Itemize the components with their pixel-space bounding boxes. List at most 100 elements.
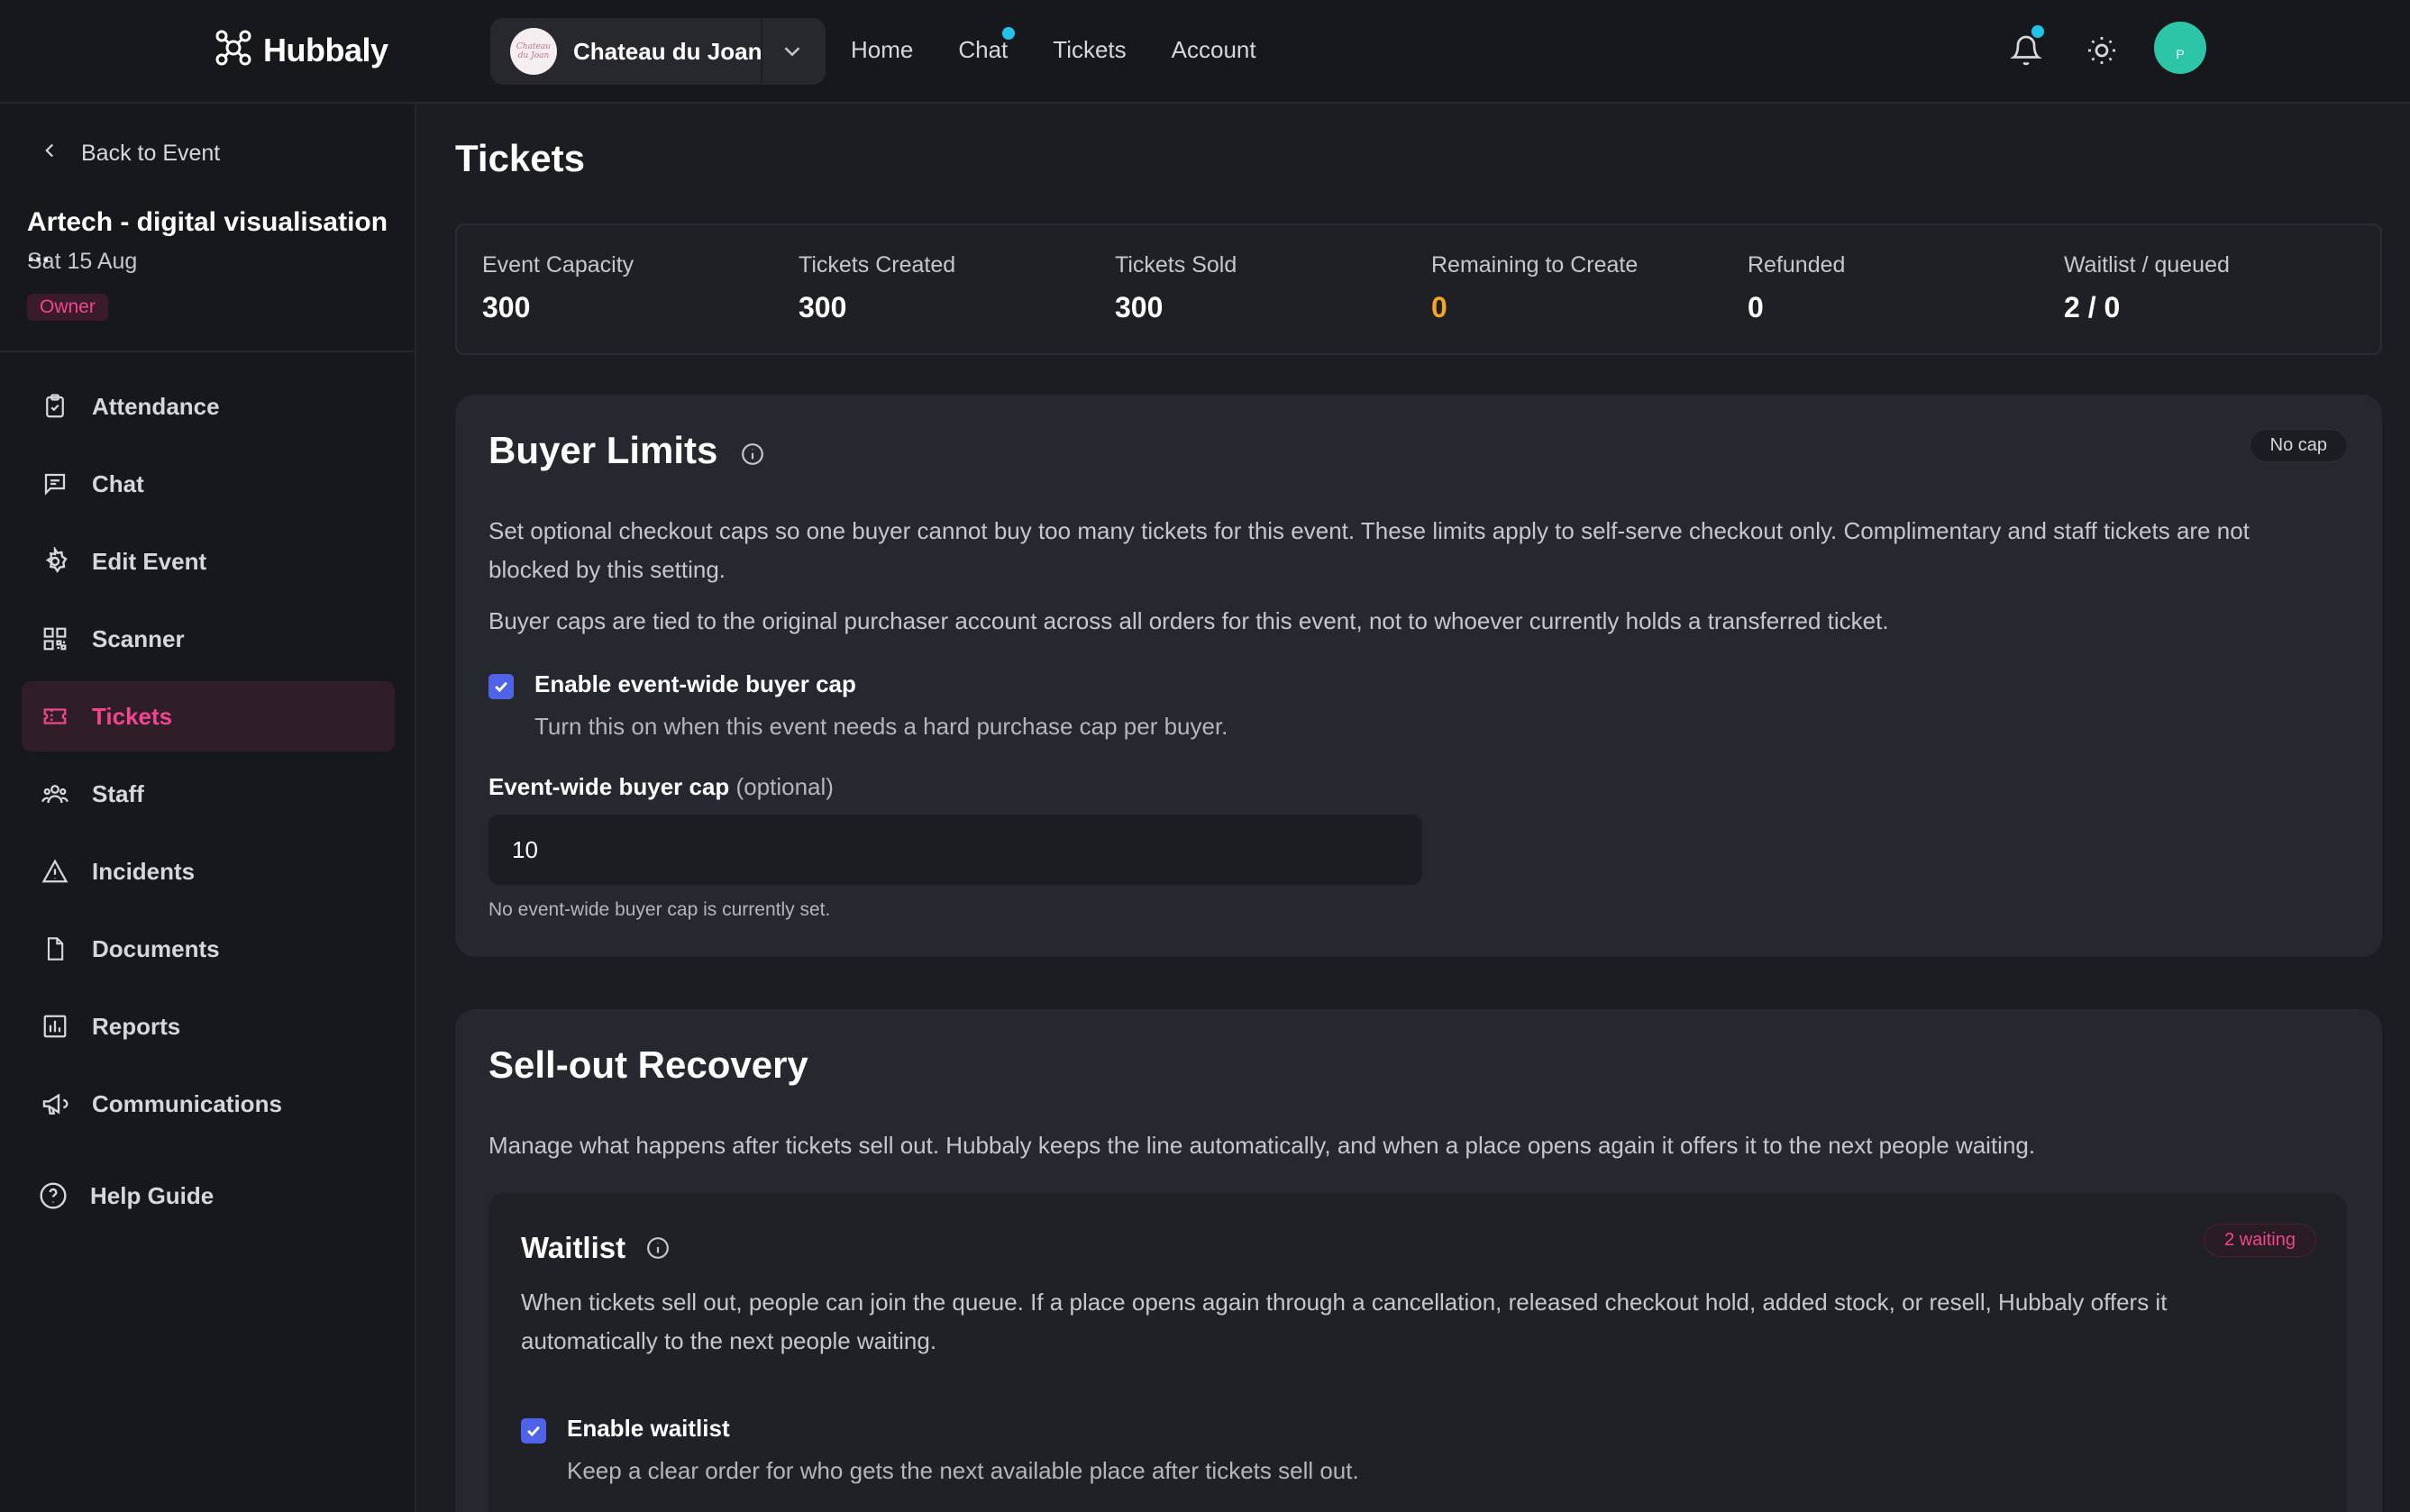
waitlist-title: Waitlist xyxy=(521,1231,670,1267)
sidebar-item-documents[interactable]: Documents xyxy=(22,914,395,984)
stat-waitlist-queued: Waitlist / queued 2 / 0 xyxy=(2064,252,2230,324)
enable-buyer-cap-help: Turn this on when this event needs a har… xyxy=(534,713,1228,740)
sidebar-divider xyxy=(0,351,415,352)
org-switcher[interactable]: Chateau du Joan Chateau du Joan xyxy=(490,18,826,85)
sidebar-item-label: Scanner xyxy=(92,624,185,652)
users-icon xyxy=(40,779,70,809)
sidebar-item-label: Incidents xyxy=(92,857,196,885)
sun-icon[interactable] xyxy=(2086,34,2118,71)
check-icon xyxy=(527,1425,540,1437)
sellout-recovery-title: Sell-out Recovery xyxy=(488,1043,808,1086)
sidebar-item-reports[interactable]: Reports xyxy=(22,991,395,1061)
user-avatar[interactable]: P xyxy=(2154,22,2206,74)
app-name: Hubbaly xyxy=(263,31,388,68)
sidebar-item-label: Edit Event xyxy=(92,547,207,575)
sidebar-item-label: Documents xyxy=(92,934,220,962)
sidebar-item-chat[interactable]: Chat xyxy=(22,449,395,519)
waitlist-description: When tickets sell out, people can join t… xyxy=(521,1289,2168,1354)
sellout-recovery-description: Manage what happens after tickets sell o… xyxy=(488,1132,2036,1159)
sidebar-item-incidents[interactable]: Incidents xyxy=(22,836,395,906)
stat-value: 2 / 0 xyxy=(2064,291,2121,323)
stat-label: Waitlist / queued xyxy=(2064,252,2230,278)
sidebar-item-label: Help Guide xyxy=(90,1181,215,1209)
chevron-left-icon xyxy=(38,137,61,170)
enable-waitlist-label[interactable]: Enable waitlist xyxy=(567,1415,730,1443)
top-bar: Hubbaly Chateau du Joan Chateau du Joan … xyxy=(0,0,2410,104)
chat-unread-dot xyxy=(1002,27,1016,40)
alert-triangle-icon xyxy=(40,856,70,887)
ticket-icon xyxy=(40,701,70,732)
stat-label: Refunded xyxy=(1748,252,1846,278)
sidebar-item-help-guide[interactable]: Help Guide xyxy=(20,1161,393,1231)
sidebar-item-label: Staff xyxy=(92,779,144,807)
buyer-cap-field-label: Event-wide buyer cap (optional) xyxy=(488,773,834,800)
sidebar-item-communications[interactable]: Communications xyxy=(22,1069,395,1139)
stat-tickets-sold: Tickets Sold 300 xyxy=(1115,252,1237,324)
page-title: Tickets xyxy=(455,137,585,179)
info-icon[interactable] xyxy=(646,1233,670,1267)
nav-tickets[interactable]: Tickets xyxy=(1053,36,1126,64)
file-icon xyxy=(40,934,70,964)
chevron-down-icon[interactable] xyxy=(779,38,806,69)
org-switch-divider xyxy=(761,18,762,85)
stat-label: Remaining to Create xyxy=(1431,252,1639,278)
sidebar-item-edit-event[interactable]: Edit Event xyxy=(22,526,395,597)
nav-account[interactable]: Account xyxy=(1172,36,1256,64)
gear-icon xyxy=(40,546,70,577)
qr-code-icon xyxy=(40,624,70,654)
user-initial: P xyxy=(2176,47,2185,61)
waitlist-panel: Waitlist 2 waiting When tickets sell out… xyxy=(488,1193,2347,1512)
notification-dot xyxy=(2031,25,2044,38)
stat-label: Tickets Sold xyxy=(1115,252,1237,278)
hub-logo-icon xyxy=(215,29,252,71)
stat-event-capacity: Event Capacity 300 xyxy=(482,252,634,324)
sidebar-item-scanner[interactable]: Scanner xyxy=(22,604,395,674)
nav-home[interactable]: Home xyxy=(851,36,913,64)
help-circle-icon xyxy=(38,1180,68,1211)
message-square-icon xyxy=(40,469,70,499)
buyer-cap-status-note: No event-wide buyer cap is currently set… xyxy=(488,899,831,920)
buyer-cap-input[interactable] xyxy=(488,815,1422,885)
stat-value: 300 xyxy=(482,291,531,323)
stat-value: 0 xyxy=(1748,291,1764,323)
buyer-limits-description: Set optional checkout caps so one buyer … xyxy=(488,517,2250,583)
megaphone-icon xyxy=(40,1088,70,1119)
stat-refunded: Refunded 0 xyxy=(1748,252,1845,324)
sellout-recovery-card: Sell-out Recovery Manage what happens af… xyxy=(455,1009,2382,1512)
enable-waitlist-checkbox[interactable] xyxy=(521,1418,546,1444)
org-avatar: Chateau du Joan xyxy=(510,28,557,75)
buyer-limits-title: Buyer Limits xyxy=(488,429,764,475)
back-to-event-link[interactable]: Back to Event xyxy=(38,137,220,170)
clipboard-check-icon xyxy=(40,391,70,422)
sidebar-item-label: Reports xyxy=(92,1012,181,1040)
info-icon[interactable] xyxy=(741,432,764,475)
app-logo[interactable]: Hubbaly xyxy=(215,29,388,71)
org-name: Chateau du Joan xyxy=(573,37,762,65)
bar-chart-icon xyxy=(40,1011,70,1042)
bell-icon[interactable] xyxy=(2010,25,2044,73)
sidebar-item-label: Tickets xyxy=(92,702,173,730)
buyer-cap-status-chip: No cap xyxy=(2249,429,2348,462)
stat-label: Event Capacity xyxy=(482,252,634,278)
buyer-limits-card: Buyer Limits No cap Set optional checkou… xyxy=(455,395,2382,957)
enable-buyer-cap-label[interactable]: Enable event-wide buyer cap xyxy=(534,670,856,698)
role-badge: Owner xyxy=(27,294,108,321)
ticket-stats-panel: Event Capacity 300 Tickets Created 300 T… xyxy=(455,223,2382,355)
nav-chat[interactable]: Chat xyxy=(958,27,1016,64)
buyer-limits-note: Buyer caps are tied to the original purc… xyxy=(488,607,1889,634)
sidebar-item-label: Chat xyxy=(92,469,144,497)
sidebar-item-attendance[interactable]: Attendance xyxy=(22,371,395,442)
stat-remaining-to-create: Remaining to Create 0 xyxy=(1431,252,1638,324)
sidebar-item-label: Attendance xyxy=(92,392,220,420)
back-link-label: Back to Event xyxy=(81,141,221,166)
stat-label: Tickets Created xyxy=(799,252,956,278)
enable-buyer-cap-checkbox[interactable] xyxy=(488,674,514,699)
top-nav: Home Chat Tickets Account xyxy=(851,27,1256,64)
event-date: Sat 15 Aug xyxy=(27,249,138,274)
sidebar-item-tickets[interactable]: Tickets xyxy=(22,681,395,751)
sidebar-item-label: Communications xyxy=(92,1089,282,1117)
sidebar: Back to Event Artech - digital visualisa… xyxy=(0,105,416,1512)
sidebar-item-staff[interactable]: Staff xyxy=(22,759,395,829)
enable-waitlist-help: Keep a clear order for who gets the next… xyxy=(567,1457,1359,1484)
stat-value: 300 xyxy=(799,291,847,323)
